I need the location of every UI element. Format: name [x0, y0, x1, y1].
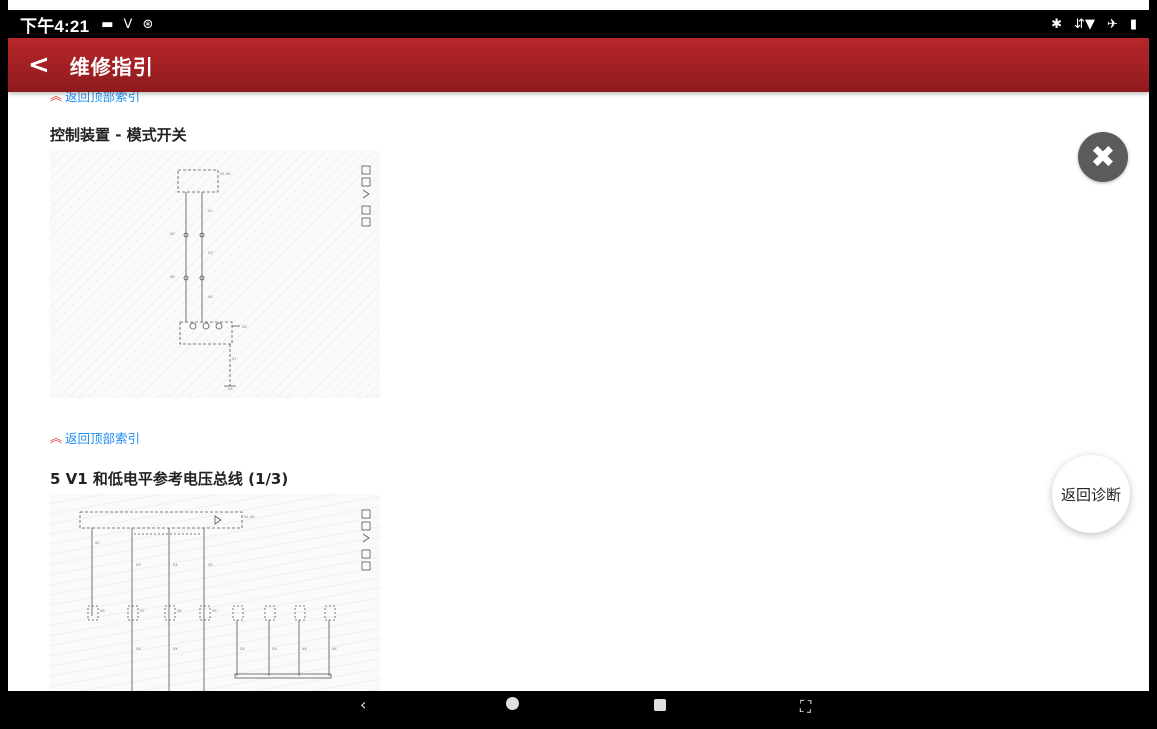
status-bar: 下午4:21 ▬ ⴸ ⊛ ✱ ⇵▼ ✈ ▮: [8, 10, 1149, 38]
svg-text:X2: X2: [208, 209, 213, 213]
page-title: 维修指引: [69, 54, 154, 79]
screen-border-bottom: [0, 719, 1157, 729]
screen-border-right: [1149, 0, 1157, 729]
content-area[interactable]: ︽ 返回顶部索引 控制装置 - 模式开关 X1 XX X2 X3 X4 X5 X…: [8, 92, 1149, 691]
section-title: 控制装置 - 模式开关: [50, 126, 187, 144]
airplane-icon: ✈: [1106, 16, 1118, 32]
svg-text:X2: X2: [95, 541, 100, 545]
svg-text:XX: XX: [272, 647, 277, 651]
wiring-diagram-svg: X1 XX X2 X3 X4 X5 X6 X7 X8 X9 XX XX XX X…: [79, 509, 371, 691]
double-up-arrow-icon: ︽: [50, 431, 63, 445]
screenshot-icon[interactable]: ⛶: [800, 697, 811, 717]
back-to-top-link[interactable]: ︽ 返回顶部索引: [50, 92, 140, 105]
svg-text:XX: XX: [136, 647, 141, 651]
sync-icon: ⊛: [142, 16, 154, 32]
wifi-icon: ⇵▼: [1074, 16, 1095, 32]
svg-text:X5: X5: [170, 232, 175, 236]
wiring-diagram-svg: X1 XX X2 X3 X4 X5 X6 XX X7 XX: [170, 165, 371, 391]
section-title: 5 V1 和低电平参考电压总线 (1/3): [50, 470, 289, 488]
status-icons-left: ▬ ⴸ ⊛: [101, 17, 153, 32]
usb-icon: ⴸ: [123, 16, 133, 32]
svg-text:XX: XX: [302, 647, 307, 651]
back-to-top-label: 返回顶部索引: [65, 92, 141, 104]
back-icon[interactable]: ‹: [360, 695, 366, 714]
battery-icon: ▮: [1129, 16, 1137, 32]
svg-text:X3: X3: [136, 563, 141, 567]
screen-border-left: [0, 0, 8, 729]
svg-text:XX: XX: [173, 647, 178, 651]
screen: 下午4:21 ▬ ⴸ ⊛ ✱ ⇵▼ ✈ ▮ < 维修指引 ︽ 返回顶部索引 控制…: [0, 0, 1157, 729]
close-icon: ✖: [1090, 139, 1116, 175]
svg-text:X9: X9: [212, 609, 217, 613]
svg-text:X5: X5: [208, 563, 213, 567]
svg-text:X8: X8: [177, 609, 182, 613]
system-nav-bar: ‹ ⛶: [8, 691, 1149, 719]
home-icon[interactable]: [506, 697, 519, 710]
svg-text:X3: X3: [208, 251, 213, 255]
svg-text:X6: X6: [100, 609, 105, 613]
recent-apps-icon[interactable]: [654, 699, 666, 711]
double-up-arrow-icon: ︽: [50, 92, 63, 103]
svg-text:X7: X7: [140, 609, 145, 613]
svg-text:XX: XX: [228, 387, 233, 391]
return-diagnosis-button[interactable]: 返回诊断: [1052, 455, 1130, 533]
close-button[interactable]: ✖: [1078, 132, 1128, 182]
svg-text:XX: XX: [332, 647, 337, 651]
app-bar: < 维修指引: [8, 38, 1149, 92]
svg-text:X4: X4: [173, 563, 178, 567]
status-icons-right: ✱ ⇵▼ ✈ ▮: [1051, 17, 1137, 32]
wiring-diagram-5v-bus[interactable]: X1 XX X2 X3 X4 X5 X6 X7 X8 X9 XX XX XX X…: [50, 494, 380, 691]
message-icon: ▬: [101, 16, 114, 32]
back-button[interactable]: <: [28, 50, 50, 80]
svg-text:X6: X6: [170, 275, 175, 279]
bluetooth-icon: ✱: [1051, 16, 1063, 32]
svg-text:XX: XX: [240, 647, 245, 651]
back-to-top-label: 返回顶部索引: [65, 431, 141, 446]
svg-text:X7: X7: [232, 357, 237, 361]
back-to-top-link[interactable]: ︽ 返回顶部索引: [50, 428, 140, 447]
status-time: 下午4:21: [20, 16, 90, 36]
svg-text:X4: X4: [208, 295, 213, 299]
svg-text:X1 XX: X1 XX: [244, 515, 255, 519]
wiring-diagram-mode-switch[interactable]: X1 XX X2 X3 X4 X5 X6 XX X7 XX: [50, 150, 380, 398]
svg-text:XX: XX: [242, 325, 247, 329]
svg-text:X1 XX: X1 XX: [220, 172, 231, 176]
